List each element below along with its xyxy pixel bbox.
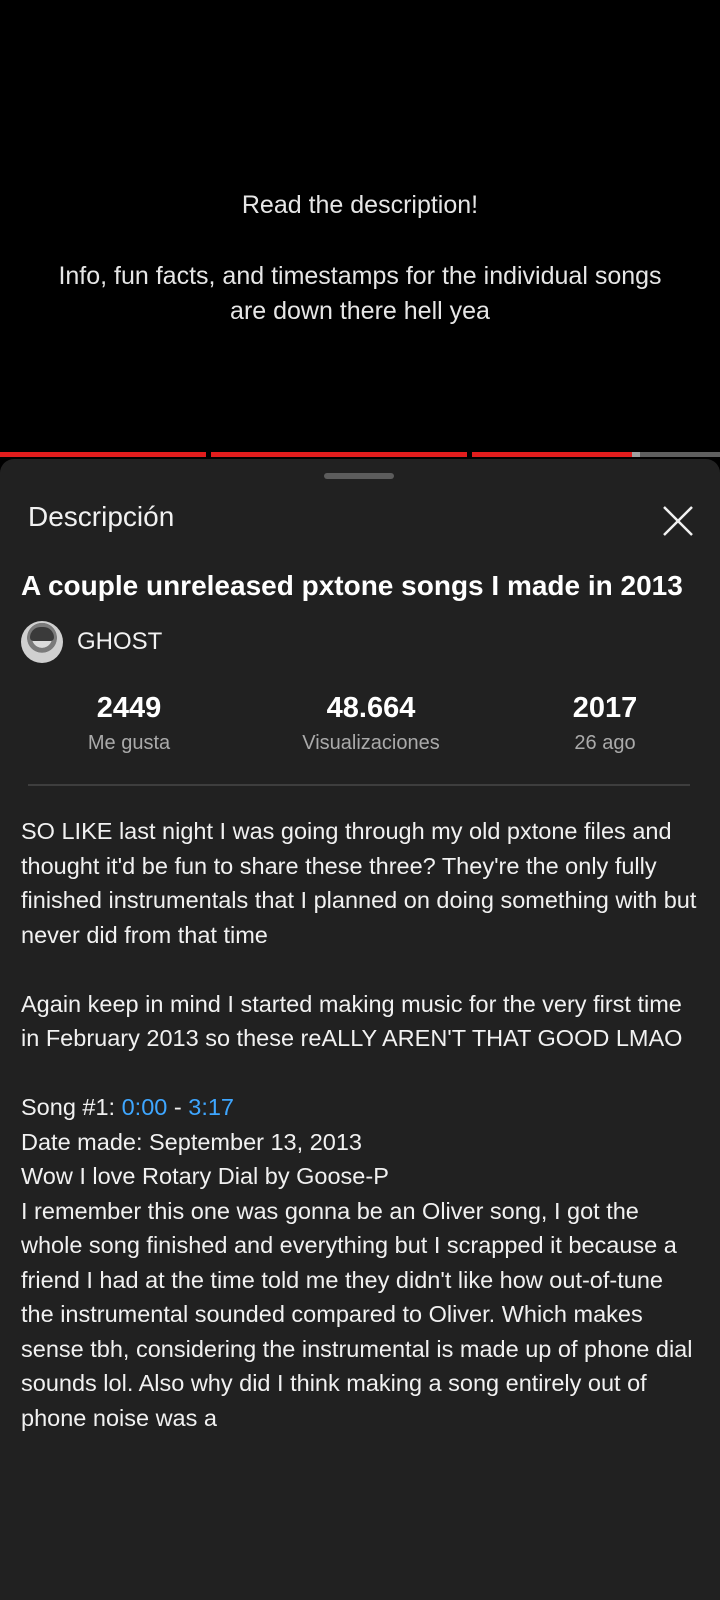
description-paragraph: I remember this one was gonna be an Oliv…	[21, 1197, 693, 1431]
overlay-line-2: Info, fun facts, and timestamps for the …	[58, 262, 662, 290]
stat-date: 2017 26 ago	[573, 690, 638, 756]
timestamp-dash: -	[167, 1094, 189, 1120]
timestamp-link-start[interactable]: 0:00	[122, 1094, 168, 1120]
upload-year: 2017	[572, 692, 638, 724]
overlay-line-1: Read the description!	[241, 191, 479, 219]
progress-played	[0, 452, 632, 457]
channel-name[interactable]: GHOST	[77, 628, 162, 656]
close-button[interactable]	[656, 499, 700, 543]
likes-label: Me gusta	[87, 732, 171, 754]
video-overlay-text: Read the description! Info, fun facts, a…	[0, 188, 720, 329]
stat-views: 48.664 Visualizaciones	[302, 690, 440, 756]
channel-row[interactable]: GHOST	[21, 620, 701, 664]
avatar[interactable]	[21, 621, 63, 663]
chapter-separator	[467, 452, 472, 457]
song-timestamp-line: Song #1: 0:00 - 3:17	[21, 1090, 701, 1125]
description-sheet: Descripción A couple unreleased pxtone s…	[0, 459, 720, 1600]
video-player[interactable]: Read the description! Info, fun facts, a…	[0, 0, 720, 456]
views-count: 48.664	[326, 692, 416, 724]
divider	[28, 784, 690, 786]
description-text: SO LIKE last night I was going through m…	[21, 814, 701, 1435]
timestamp-link-end[interactable]: 3:17	[188, 1094, 234, 1120]
date-made-line: Date made: September 13, 2013	[21, 1128, 362, 1155]
progress-buffered	[632, 452, 640, 457]
stats-row: 2449 Me gusta 48.664 Visualizaciones 201…	[21, 690, 701, 776]
sheet-title: Descripción	[28, 501, 175, 532]
description-paragraph: Again keep in mind I started making musi…	[21, 990, 683, 1052]
chapter-separator	[206, 452, 211, 457]
description-paragraph: SO LIKE last night I was going through m…	[21, 818, 697, 948]
description-content: A couple unreleased pxtone songs I made …	[21, 564, 701, 1435]
description-line: Wow I love Rotary Dial by Goose-P	[21, 1163, 389, 1189]
stat-likes: 2449 Me gusta	[88, 690, 170, 756]
drag-handle[interactable]	[324, 473, 394, 479]
video-progress-bar[interactable]	[0, 452, 720, 457]
likes-count: 2449	[96, 692, 162, 724]
views-label: Visualizaciones	[302, 732, 440, 754]
sheet-header: Descripción	[0, 483, 720, 557]
song-label: Song #1:	[21, 1094, 122, 1120]
overlay-line-3: are down there hell yea	[230, 297, 490, 325]
video-title: A couple unreleased pxtone songs I made …	[21, 570, 683, 601]
upload-date: 26 ago	[574, 732, 636, 754]
close-icon	[663, 506, 693, 536]
